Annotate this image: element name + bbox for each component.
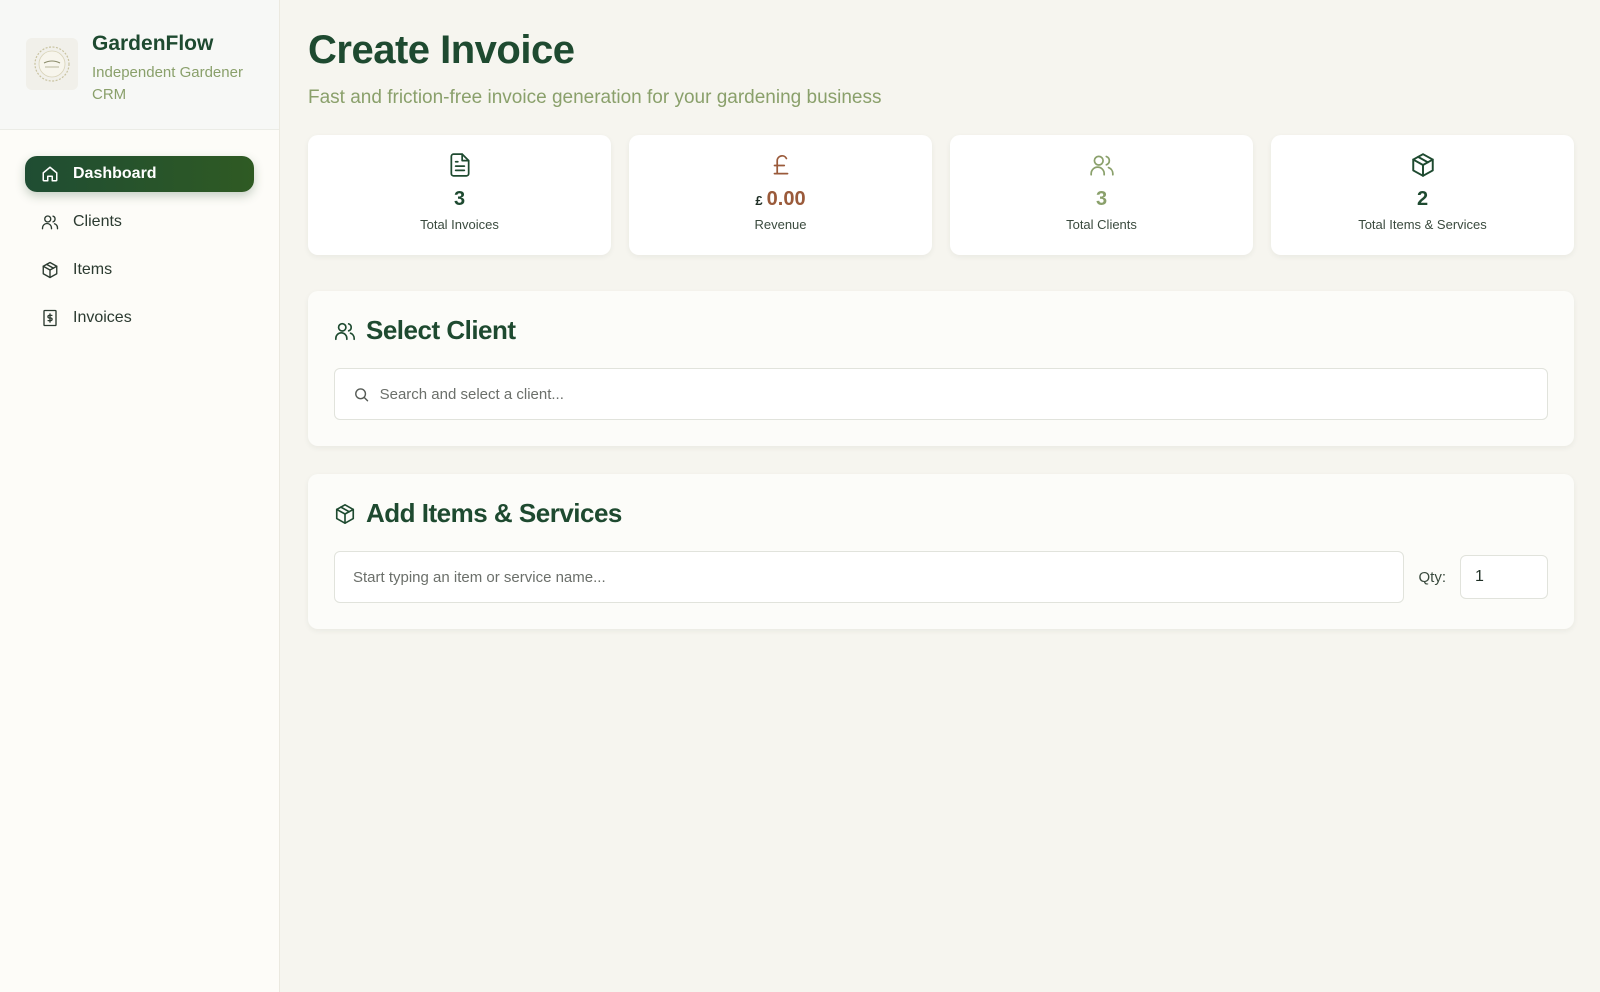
sidebar-item-items[interactable]: Items — [25, 252, 254, 288]
main-content: Create Invoice Fast and friction-free in… — [308, 0, 1574, 629]
client-search-input[interactable] — [379, 385, 1529, 403]
add-item-row: Qty: — [334, 551, 1548, 603]
receipt-icon — [43, 309, 57, 327]
stat-value: 3 — [1095, 188, 1108, 210]
brand-subtitle: Independent Gardener CRM — [92, 64, 243, 103]
garden-logo-icon — [26, 38, 78, 90]
brand-header: GardenFlow Independent Gardener CRM — [0, 0, 279, 130]
stat-label: Total Invoices — [420, 217, 499, 232]
file-text-icon — [449, 153, 470, 177]
sidebar-item-label: Invoices — [73, 309, 132, 326]
stat-label: Revenue — [754, 217, 807, 232]
add-items-panel: Add Items & Services Qty: — [308, 474, 1574, 629]
qty-input[interactable] — [1475, 568, 1533, 586]
sidebar-item-invoices[interactable]: Invoices — [25, 300, 254, 336]
panel-title: Select Client — [366, 315, 516, 345]
page-subtitle: Fast and friction-free invoice generatio… — [308, 87, 882, 108]
stat-card-total-invoices: 3 Total Invoices — [308, 135, 611, 255]
select-client-panel: Select Client — [308, 291, 1574, 446]
panel-title: Add Items & Services — [366, 498, 622, 528]
sidebar-item-label: Items — [73, 261, 113, 278]
stat-label: Total Items & Services — [1358, 217, 1487, 232]
users-icon — [1089, 155, 1114, 176]
qty-label: Qty: — [1418, 568, 1446, 586]
sidebar-item-label: Clients — [73, 213, 122, 230]
search-icon — [355, 387, 369, 401]
client-search-box[interactable] — [334, 368, 1548, 420]
stats-row: 3 Total Invoices £0.00 Revenue 3 Total C… — [308, 135, 1574, 255]
users-icon — [335, 322, 355, 340]
brand-name: GardenFlow — [92, 32, 214, 55]
sidebar-item-clients[interactable]: Clients — [25, 204, 254, 240]
sidebar-nav: Dashboard Clients Items Invoices — [0, 130, 279, 374]
box-icon — [1411, 153, 1434, 177]
item-search-box[interactable] — [334, 551, 1405, 603]
users-icon — [41, 215, 59, 230]
sidebar-item-dashboard[interactable]: Dashboard — [25, 156, 254, 192]
stat-card-revenue: £0.00 Revenue — [629, 135, 932, 255]
stat-value: £0.00 — [755, 188, 805, 211]
stat-card-total-items-services: 2 Total Items & Services — [1271, 135, 1574, 255]
pound-icon — [773, 155, 788, 175]
stat-value: 2 — [1416, 188, 1429, 210]
stat-value: 3 — [453, 188, 466, 210]
qty-box[interactable] — [1460, 555, 1548, 599]
item-search-input[interactable] — [353, 568, 1386, 586]
panel-header: Select Client — [334, 315, 1548, 346]
box-icon — [335, 503, 355, 524]
page-title: Create Invoice — [308, 28, 575, 72]
stat-card-total-clients: 3 Total Clients — [950, 135, 1253, 255]
home-icon — [42, 166, 58, 182]
currency-symbol: £ — [755, 193, 763, 208]
revenue-amount: 0.00 — [766, 188, 806, 210]
panel-header: Add Items & Services — [334, 498, 1548, 529]
box-icon — [42, 261, 58, 279]
stat-label: Total Clients — [1066, 217, 1137, 232]
sidebar-item-label: Dashboard — [73, 165, 157, 182]
sidebar: GardenFlow Independent Gardener CRM Dash… — [0, 0, 280, 992]
